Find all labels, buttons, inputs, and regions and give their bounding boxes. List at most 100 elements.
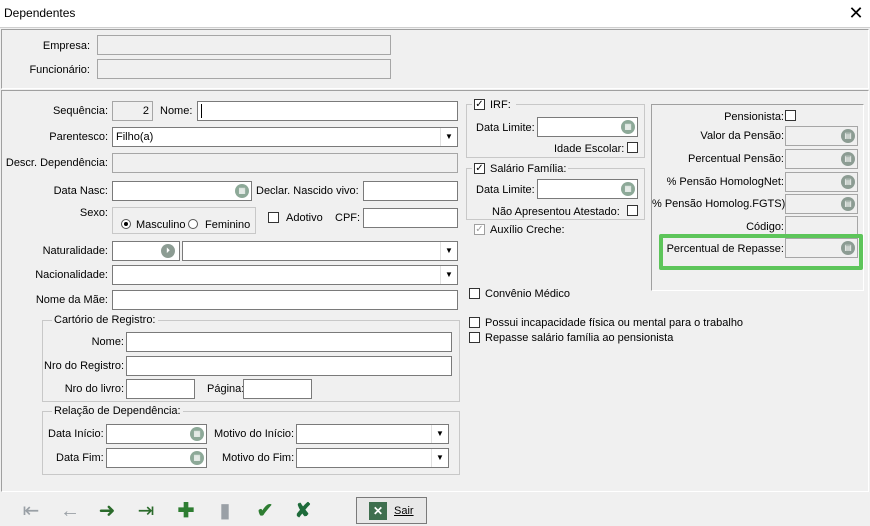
pensao-homolognet-label: % Pensão HomologNet: — [666, 176, 784, 188]
pensao-homolog-fgts-field: ▤ — [785, 194, 858, 214]
motivo-inicio-select[interactable]: ▼ — [296, 424, 449, 444]
percentual-pensao-field: ▤ — [785, 149, 858, 169]
calculator-icon[interactable]: ▤ — [841, 241, 855, 255]
title-bar — [0, 0, 870, 28]
idade-escolar-checkbox[interactable] — [627, 142, 638, 153]
motivo-fim-label: Motivo do Fim: — [222, 452, 295, 464]
convenio-medico-label: Convênio Médico — [485, 288, 570, 300]
irf-checkbox[interactable]: ✓ — [474, 99, 485, 110]
nome-input[interactable] — [197, 101, 458, 121]
convenio-medico-checkbox[interactable] — [469, 288, 480, 299]
auxilio-creche-label: Auxílio Creche: — [490, 224, 565, 236]
parentesco-label: Parentesco: — [49, 131, 108, 143]
calculator-icon[interactable]: ▤ — [841, 129, 855, 143]
chevron-down-icon[interactable]: ▼ — [431, 425, 448, 443]
percentual-pensao-label: Percentual Pensão: — [687, 153, 784, 165]
sf-data-limite-label: Data Limite: — [476, 184, 535, 196]
nro-livro-label: Nro do livro: — [64, 383, 124, 395]
data-nasc-input[interactable]: ▦ — [112, 181, 252, 201]
nacionalidade-select[interactable]: ▼ — [112, 265, 458, 285]
codigo-field — [785, 216, 858, 236]
data-nasc-label: Data Nasc: — [53, 185, 108, 197]
add-record-icon[interactable]: ✚ — [173, 499, 199, 523]
naturalidade-code-input[interactable]: ⏵ — [112, 241, 180, 261]
nacionalidade-label: Nacionalidade: — [35, 269, 108, 281]
previous-record-icon[interactable]: ← — [57, 499, 83, 523]
valor-pensao-label: Valor da Pensão: — [700, 130, 784, 142]
delete-record-icon[interactable]: ▮ — [212, 499, 238, 523]
next-record-icon[interactable]: ➜ — [94, 499, 120, 523]
chevron-down-icon[interactable]: ▼ — [440, 128, 457, 146]
nome-mae-input[interactable] — [112, 290, 458, 310]
adotivo-label: Adotivo — [286, 212, 323, 224]
declar-nascido-vivo-input[interactable] — [363, 181, 458, 201]
exit-icon: ✕ — [369, 502, 387, 520]
calendar-icon[interactable]: ▦ — [621, 182, 635, 196]
salario-familia-title: Salário Família: — [490, 163, 567, 175]
pagina-label: Página: — [207, 383, 245, 395]
calculator-icon[interactable]: ▤ — [841, 197, 855, 211]
last-record-icon[interactable]: ⇥ — [133, 499, 159, 523]
irf-data-limite-label: Data Limite: — [476, 122, 535, 134]
cartorio-title: Cartório de Registro: — [52, 314, 158, 327]
valor-pensao-field: ▤ — [785, 126, 858, 146]
empresa-field — [97, 35, 391, 55]
pensionista-label: Pensionista: — [724, 111, 784, 123]
feminino-label: Feminino — [205, 219, 251, 231]
cpf-label: CPF: — [335, 212, 361, 224]
calendar-icon[interactable]: ▦ — [621, 120, 635, 134]
cpf-input[interactable] — [363, 208, 458, 228]
calendar-icon[interactable]: ▦ — [190, 427, 204, 441]
descr-dependencia-label: Descr. Dependência: — [5, 157, 108, 169]
parentesco-select[interactable]: Filho(a) ▼ — [112, 127, 458, 147]
data-fim-input[interactable]: ▦ — [106, 448, 207, 468]
chevron-down-icon[interactable]: ▼ — [431, 449, 448, 467]
search-icon[interactable]: ⏵ — [161, 244, 175, 258]
empresa-label: Empresa: — [42, 40, 90, 52]
cancel-icon[interactable]: ✘ — [290, 499, 316, 523]
nome-mae-label: Nome da Mãe: — [35, 294, 108, 306]
nao-apresentou-checkbox[interactable] — [627, 205, 638, 216]
naturalidade-select[interactable]: ▼ — [182, 241, 458, 261]
feminino-radio[interactable] — [188, 219, 198, 229]
data-inicio-input[interactable]: ▦ — [106, 424, 207, 444]
adotivo-checkbox[interactable] — [268, 212, 279, 223]
pensao-homolog-fgts-label: % Pensão Homolog.FGTS): — [652, 198, 789, 210]
data-inicio-label: Data Início: — [48, 428, 104, 440]
calendar-icon[interactable]: ▦ — [235, 184, 249, 198]
text-caret — [201, 104, 202, 119]
funcionario-label: Funcionário: — [29, 64, 90, 76]
chevron-down-icon[interactable]: ▼ — [440, 266, 457, 284]
motivo-fim-select[interactable]: ▼ — [296, 448, 449, 468]
naturalidade-label: Naturalidade: — [42, 245, 108, 257]
sair-button[interactable]: ✕ Sair — [356, 497, 427, 524]
pensao-homolognet-field: ▤ — [785, 172, 858, 192]
pagina-input[interactable] — [243, 379, 312, 399]
sexo-label: Sexo: — [79, 207, 108, 219]
funcionario-field — [97, 59, 391, 79]
chevron-down-icon[interactable]: ▼ — [440, 242, 457, 260]
pensionista-checkbox[interactable] — [785, 110, 796, 121]
calculator-icon[interactable]: ▤ — [841, 152, 855, 166]
window-title: Dependentes — [4, 6, 76, 20]
first-record-icon[interactable]: ⇤ — [18, 499, 44, 523]
parentesco-value: Filho(a) — [116, 131, 154, 143]
nro-registro-input[interactable] — [126, 356, 452, 376]
incapacidade-checkbox[interactable] — [469, 317, 480, 328]
auxilio-creche-checkbox[interactable]: ✓ — [474, 224, 485, 235]
calendar-icon[interactable]: ▦ — [190, 451, 204, 465]
cartorio-nome-input[interactable] — [126, 332, 452, 352]
nro-livro-input[interactable] — [126, 379, 195, 399]
repasse-salario-checkbox[interactable] — [469, 332, 480, 343]
data-fim-label: Data Fim: — [56, 452, 104, 464]
percentual-repasse-field: ▤ — [785, 238, 858, 258]
relacao-title: Relação de Dependência: — [52, 405, 183, 418]
calculator-icon[interactable]: ▤ — [841, 175, 855, 189]
sf-data-limite-input[interactable]: ▦ — [537, 179, 638, 199]
salario-familia-checkbox[interactable]: ✓ — [474, 163, 485, 174]
confirm-icon[interactable]: ✔ — [252, 499, 278, 523]
close-icon[interactable]: ✕ — [846, 2, 866, 24]
descr-dependencia-field — [112, 153, 458, 173]
masculino-radio[interactable] — [121, 219, 131, 229]
irf-data-limite-input[interactable]: ▦ — [537, 117, 638, 137]
